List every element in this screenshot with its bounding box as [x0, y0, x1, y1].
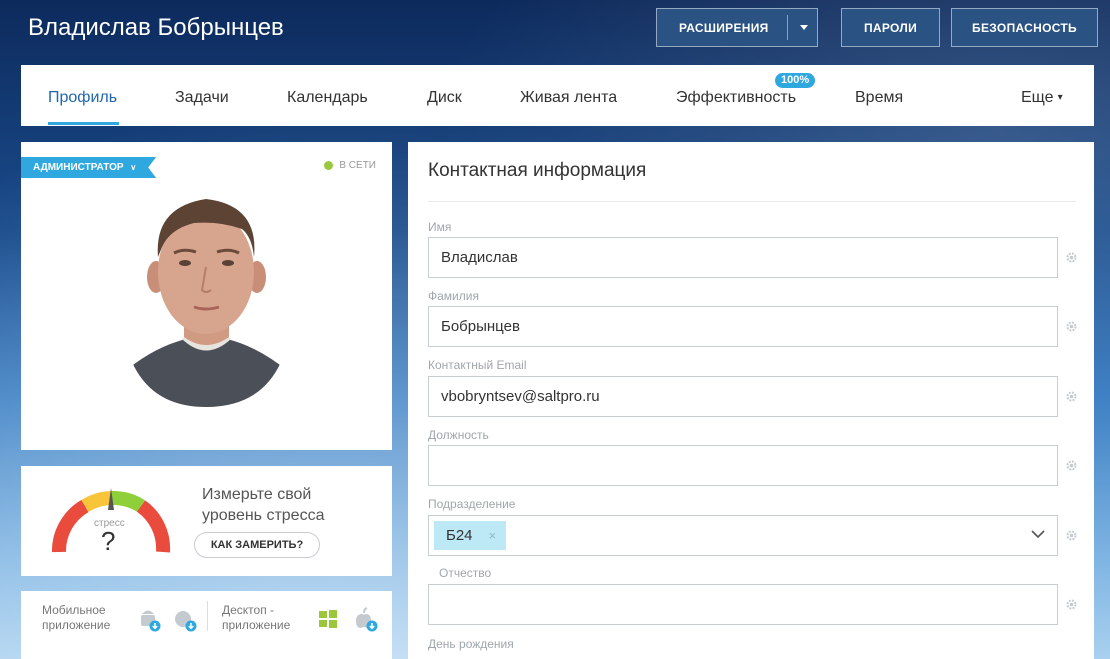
profile-tabs: Профиль Задачи Календарь Диск Живая лент…	[21, 65, 1094, 126]
tab-efficiency[interactable]: Эффективность	[676, 89, 796, 107]
tab-more-label: Еще	[1021, 89, 1054, 106]
extensions-button[interactable]: РАСШИРЕНИЯ	[656, 8, 818, 47]
gauge-value: ?	[101, 526, 116, 556]
efficiency-badge: 100%	[775, 73, 816, 88]
chip-remove-icon[interactable]: ×	[489, 528, 497, 543]
online-status-label: В СЕТИ	[339, 160, 376, 171]
tab-more[interactable]: Еще ▾	[1021, 89, 1063, 107]
extensions-label: РАСШИРЕНИЯ	[679, 20, 769, 35]
department-chip: Б24 ×	[434, 521, 507, 550]
title-divider	[428, 201, 1076, 202]
email-field[interactable]	[428, 376, 1058, 417]
desktop-app-label: Десктоп - приложение	[222, 603, 291, 632]
role-tag-label: АДМИНИСТРАТОР	[33, 162, 124, 173]
apps-divider	[207, 601, 208, 631]
gear-icon[interactable]	[1065, 320, 1078, 333]
position-field[interactable]	[428, 445, 1058, 486]
contact-info-title: Контактная информация	[428, 160, 647, 181]
tab-tasks[interactable]: Задачи	[175, 89, 229, 107]
button-divider	[787, 15, 788, 40]
department-select[interactable]: Б24 ×	[428, 515, 1058, 556]
gear-icon[interactable]	[1065, 459, 1078, 472]
measure-stress-button[interactable]: КАК ЗАМЕРИТЬ?	[194, 532, 320, 558]
gear-icon[interactable]	[1065, 529, 1078, 542]
avatar[interactable]	[124, 187, 289, 407]
tab-disk[interactable]: Диск	[427, 89, 462, 107]
online-dot-icon	[324, 161, 334, 170]
tab-live-feed[interactable]: Живая лента	[520, 89, 617, 107]
mobile-app-label: Мобильное приложение	[42, 603, 111, 632]
gear-icon[interactable]	[1065, 598, 1078, 611]
tab-time[interactable]: Время	[855, 89, 903, 107]
email-label: Контактный Email	[428, 358, 527, 372]
profile-photo-card: АДМИНИСТРАТОР ∨ В СЕТИ	[21, 142, 392, 450]
birthday-label: День рождения	[428, 637, 514, 651]
last-name-field[interactable]	[428, 306, 1058, 347]
gear-icon[interactable]	[1065, 251, 1078, 264]
online-status: В СЕТИ	[324, 160, 376, 171]
first-name-field[interactable]	[428, 237, 1058, 278]
active-tab-underline	[48, 122, 119, 125]
stress-headline: Измерьте свой уровень стресса	[202, 486, 325, 524]
chevron-down-icon: ∨	[130, 163, 137, 172]
globe-download-icon[interactable]	[173, 608, 197, 632]
page-title: Владислав Бобрынцев	[28, 14, 284, 41]
tab-profile[interactable]: Профиль	[48, 89, 117, 107]
apps-card: Мобильное приложение Десктоп - приложени…	[21, 591, 392, 659]
chevron-down-icon: ▾	[1057, 92, 1063, 104]
chevron-down-icon[interactable]	[1031, 530, 1045, 539]
stress-card: стресс ? Измерьте свой уровень стресса К…	[21, 466, 392, 576]
gear-icon[interactable]	[1065, 390, 1078, 403]
android-download-icon[interactable]	[137, 608, 161, 632]
position-label: Должность	[428, 428, 489, 442]
apple-download-icon[interactable]	[352, 606, 378, 632]
passwords-button[interactable]: ПАРОЛИ	[841, 8, 940, 47]
last-name-label: Фамилия	[428, 289, 479, 303]
contact-info-card: Контактная информация Имя Фамилия Контак…	[408, 142, 1094, 659]
role-tag[interactable]: АДМИНИСТРАТОР ∨	[21, 157, 156, 178]
department-chip-label: Б24	[446, 527, 473, 544]
windows-icon[interactable]	[318, 609, 338, 629]
department-label: Подразделение	[428, 497, 516, 511]
dropdown-caret-icon[interactable]	[800, 25, 808, 30]
patronymic-field[interactable]	[428, 584, 1058, 625]
first-name-label: Имя	[428, 220, 452, 234]
security-button[interactable]: БЕЗОПАСНОСТЬ	[951, 8, 1098, 47]
patronymic-label: Отчество	[439, 566, 492, 580]
tab-calendar[interactable]: Календарь	[287, 89, 368, 107]
